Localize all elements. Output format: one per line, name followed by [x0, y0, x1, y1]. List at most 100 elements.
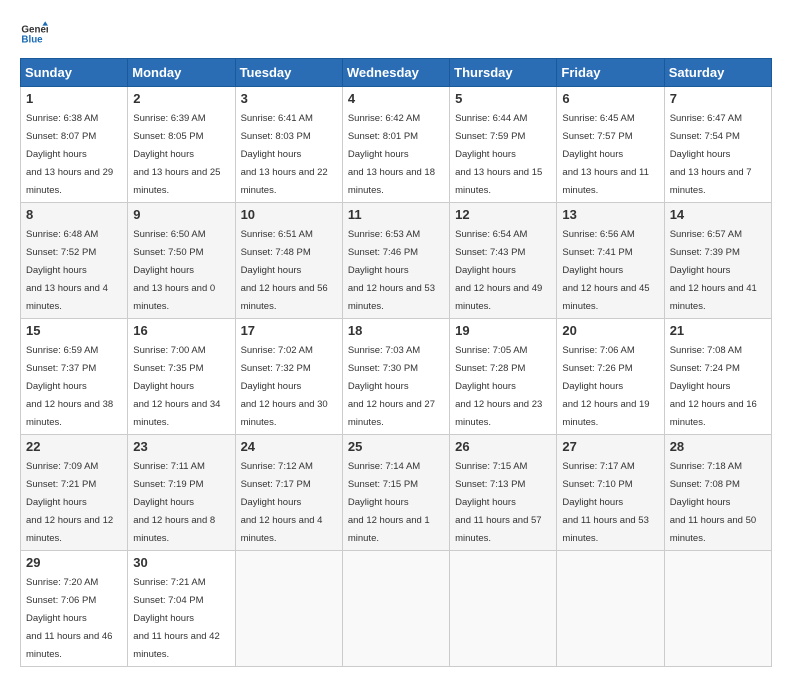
- day-detail: Sunrise: 7:03 AMSunset: 7:30 PMDaylight …: [348, 345, 435, 428]
- calendar-cell: 25 Sunrise: 7:14 AMSunset: 7:15 PMDaylig…: [342, 435, 449, 551]
- day-detail: Sunrise: 7:08 AMSunset: 7:24 PMDaylight …: [670, 345, 757, 428]
- day-detail: Sunrise: 7:17 AMSunset: 7:10 PMDaylight …: [562, 461, 648, 544]
- day-detail: Sunrise: 6:39 AMSunset: 8:05 PMDaylight …: [133, 113, 220, 196]
- day-detail: Sunrise: 6:44 AMSunset: 7:59 PMDaylight …: [455, 113, 542, 196]
- calendar-week-row: 15 Sunrise: 6:59 AMSunset: 7:37 PMDaylig…: [21, 319, 772, 435]
- day-detail: Sunrise: 7:15 AMSunset: 7:13 PMDaylight …: [455, 461, 541, 544]
- calendar-cell: 28 Sunrise: 7:18 AMSunset: 7:08 PMDaylig…: [664, 435, 771, 551]
- day-number: 2: [133, 91, 229, 106]
- calendar-cell: 21 Sunrise: 7:08 AMSunset: 7:24 PMDaylig…: [664, 319, 771, 435]
- day-number: 18: [348, 323, 444, 338]
- weekday-header: Thursday: [450, 59, 557, 87]
- calendar-cell: 22 Sunrise: 7:09 AMSunset: 7:21 PMDaylig…: [21, 435, 128, 551]
- calendar-cell: 26 Sunrise: 7:15 AMSunset: 7:13 PMDaylig…: [450, 435, 557, 551]
- day-detail: Sunrise: 6:50 AMSunset: 7:50 PMDaylight …: [133, 229, 215, 312]
- weekday-header: Friday: [557, 59, 664, 87]
- day-detail: Sunrise: 6:59 AMSunset: 7:37 PMDaylight …: [26, 345, 113, 428]
- day-number: 12: [455, 207, 551, 222]
- day-number: 30: [133, 555, 229, 570]
- calendar-week-row: 22 Sunrise: 7:09 AMSunset: 7:21 PMDaylig…: [21, 435, 772, 551]
- calendar-cell: 29 Sunrise: 7:20 AMSunset: 7:06 PMDaylig…: [21, 551, 128, 667]
- day-number: 23: [133, 439, 229, 454]
- calendar-cell: 13 Sunrise: 6:56 AMSunset: 7:41 PMDaylig…: [557, 203, 664, 319]
- svg-text:Blue: Blue: [21, 34, 43, 45]
- day-detail: Sunrise: 7:12 AMSunset: 7:17 PMDaylight …: [241, 461, 323, 544]
- day-detail: Sunrise: 6:47 AMSunset: 7:54 PMDaylight …: [670, 113, 752, 196]
- day-number: 21: [670, 323, 766, 338]
- calendar-cell: [235, 551, 342, 667]
- day-detail: Sunrise: 6:51 AMSunset: 7:48 PMDaylight …: [241, 229, 328, 312]
- day-number: 6: [562, 91, 658, 106]
- calendar-cell: 16 Sunrise: 7:00 AMSunset: 7:35 PMDaylig…: [128, 319, 235, 435]
- day-number: 7: [670, 91, 766, 106]
- calendar-cell: 8 Sunrise: 6:48 AMSunset: 7:52 PMDayligh…: [21, 203, 128, 319]
- day-detail: Sunrise: 6:57 AMSunset: 7:39 PMDaylight …: [670, 229, 757, 312]
- day-detail: Sunrise: 7:05 AMSunset: 7:28 PMDaylight …: [455, 345, 542, 428]
- weekday-header: Sunday: [21, 59, 128, 87]
- day-detail: Sunrise: 7:00 AMSunset: 7:35 PMDaylight …: [133, 345, 220, 428]
- day-number: 22: [26, 439, 122, 454]
- calendar-cell: 5 Sunrise: 6:44 AMSunset: 7:59 PMDayligh…: [450, 87, 557, 203]
- calendar-cell: 1 Sunrise: 6:38 AMSunset: 8:07 PMDayligh…: [21, 87, 128, 203]
- day-number: 3: [241, 91, 337, 106]
- calendar-cell: 18 Sunrise: 7:03 AMSunset: 7:30 PMDaylig…: [342, 319, 449, 435]
- day-detail: Sunrise: 6:56 AMSunset: 7:41 PMDaylight …: [562, 229, 649, 312]
- calendar-header-row: SundayMondayTuesdayWednesdayThursdayFrid…: [21, 59, 772, 87]
- calendar-cell: 23 Sunrise: 7:11 AMSunset: 7:19 PMDaylig…: [128, 435, 235, 551]
- day-number: 11: [348, 207, 444, 222]
- calendar-cell: 30 Sunrise: 7:21 AMSunset: 7:04 PMDaylig…: [128, 551, 235, 667]
- calendar-cell: 4 Sunrise: 6:42 AMSunset: 8:01 PMDayligh…: [342, 87, 449, 203]
- day-detail: Sunrise: 6:48 AMSunset: 7:52 PMDaylight …: [26, 229, 108, 312]
- day-detail: Sunrise: 7:02 AMSunset: 7:32 PMDaylight …: [241, 345, 328, 428]
- calendar-cell: 15 Sunrise: 6:59 AMSunset: 7:37 PMDaylig…: [21, 319, 128, 435]
- calendar-cell: [664, 551, 771, 667]
- calendar-cell: 6 Sunrise: 6:45 AMSunset: 7:57 PMDayligh…: [557, 87, 664, 203]
- calendar-cell: [557, 551, 664, 667]
- calendar-cell: 17 Sunrise: 7:02 AMSunset: 7:32 PMDaylig…: [235, 319, 342, 435]
- day-number: 17: [241, 323, 337, 338]
- calendar-cell: 3 Sunrise: 6:41 AMSunset: 8:03 PMDayligh…: [235, 87, 342, 203]
- weekday-header: Tuesday: [235, 59, 342, 87]
- calendar-cell: 27 Sunrise: 7:17 AMSunset: 7:10 PMDaylig…: [557, 435, 664, 551]
- day-detail: Sunrise: 6:45 AMSunset: 7:57 PMDaylight …: [562, 113, 648, 196]
- day-detail: Sunrise: 6:38 AMSunset: 8:07 PMDaylight …: [26, 113, 113, 196]
- calendar-cell: 11 Sunrise: 6:53 AMSunset: 7:46 PMDaylig…: [342, 203, 449, 319]
- calendar-cell: 24 Sunrise: 7:12 AMSunset: 7:17 PMDaylig…: [235, 435, 342, 551]
- day-detail: Sunrise: 7:06 AMSunset: 7:26 PMDaylight …: [562, 345, 649, 428]
- day-number: 5: [455, 91, 551, 106]
- day-number: 8: [26, 207, 122, 222]
- calendar-cell: 10 Sunrise: 6:51 AMSunset: 7:48 PMDaylig…: [235, 203, 342, 319]
- weekday-header: Saturday: [664, 59, 771, 87]
- calendar-week-row: 1 Sunrise: 6:38 AMSunset: 8:07 PMDayligh…: [21, 87, 772, 203]
- header: General Blue: [20, 20, 772, 48]
- day-number: 15: [26, 323, 122, 338]
- calendar-cell: 2 Sunrise: 6:39 AMSunset: 8:05 PMDayligh…: [128, 87, 235, 203]
- day-detail: Sunrise: 7:20 AMSunset: 7:06 PMDaylight …: [26, 577, 112, 660]
- calendar-cell: 9 Sunrise: 6:50 AMSunset: 7:50 PMDayligh…: [128, 203, 235, 319]
- day-number: 4: [348, 91, 444, 106]
- calendar-cell: 12 Sunrise: 6:54 AMSunset: 7:43 PMDaylig…: [450, 203, 557, 319]
- calendar-table: SundayMondayTuesdayWednesdayThursdayFrid…: [20, 58, 772, 667]
- day-number: 16: [133, 323, 229, 338]
- day-number: 10: [241, 207, 337, 222]
- calendar-cell: 19 Sunrise: 7:05 AMSunset: 7:28 PMDaylig…: [450, 319, 557, 435]
- calendar-cell: [342, 551, 449, 667]
- day-number: 9: [133, 207, 229, 222]
- day-number: 25: [348, 439, 444, 454]
- day-number: 26: [455, 439, 551, 454]
- day-detail: Sunrise: 7:09 AMSunset: 7:21 PMDaylight …: [26, 461, 113, 544]
- weekday-header: Wednesday: [342, 59, 449, 87]
- day-detail: Sunrise: 7:11 AMSunset: 7:19 PMDaylight …: [133, 461, 215, 544]
- day-number: 19: [455, 323, 551, 338]
- calendar-cell: 14 Sunrise: 6:57 AMSunset: 7:39 PMDaylig…: [664, 203, 771, 319]
- day-number: 14: [670, 207, 766, 222]
- logo-icon: General Blue: [20, 20, 48, 48]
- day-detail: Sunrise: 6:53 AMSunset: 7:46 PMDaylight …: [348, 229, 435, 312]
- day-detail: Sunrise: 7:18 AMSunset: 7:08 PMDaylight …: [670, 461, 756, 544]
- day-detail: Sunrise: 7:14 AMSunset: 7:15 PMDaylight …: [348, 461, 430, 544]
- day-detail: Sunrise: 6:41 AMSunset: 8:03 PMDaylight …: [241, 113, 328, 196]
- calendar-cell: 7 Sunrise: 6:47 AMSunset: 7:54 PMDayligh…: [664, 87, 771, 203]
- day-detail: Sunrise: 7:21 AMSunset: 7:04 PMDaylight …: [133, 577, 219, 660]
- calendar-cell: [450, 551, 557, 667]
- day-number: 20: [562, 323, 658, 338]
